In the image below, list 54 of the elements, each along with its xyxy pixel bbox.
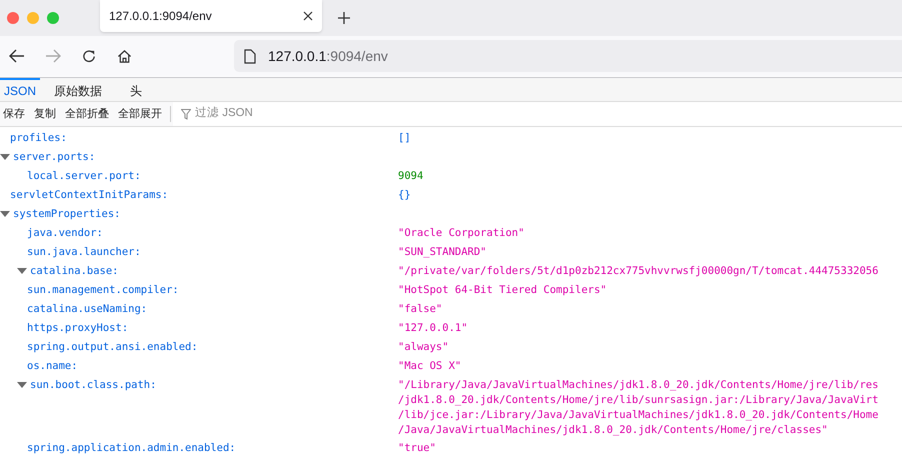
json-value: [] (398, 131, 411, 145)
filter-field[interactable]: 过滤 JSON (173, 102, 902, 126)
close-icon[interactable] (303, 11, 313, 21)
toolbar-button[interactable]: 保存 (0, 106, 28, 122)
json-value: "true" (398, 441, 436, 455)
expanded-triangle-icon[interactable] (17, 381, 27, 389)
json-key: profiles: (10, 131, 67, 145)
json-value-line: "/Library/Java/JavaVirtualMachines/jdk1.8.0_20.jdk/Contents/Home/jre/lib/res (398, 378, 878, 393)
page-icon (244, 48, 256, 64)
json-key: sun.boot.class.path: (30, 378, 156, 392)
expanded-triangle-icon[interactable] (0, 210, 10, 218)
toolbar-button[interactable]: 全部展开 (115, 106, 165, 122)
json-key: spring.output.ansi.enabled: (27, 340, 198, 354)
json-key: os.name: (27, 359, 78, 373)
json-key: catalina.useNaming: (27, 302, 148, 316)
json-key: https.proxyHost: (27, 321, 128, 335)
json-value: "Oracle Corporation" (398, 226, 524, 240)
json-key: server.ports: (13, 150, 96, 164)
json-key: systemProperties: (13, 207, 120, 221)
toolbar-button[interactable]: 复制 (31, 106, 59, 122)
json-key: local.server.port: (27, 169, 141, 183)
json-value: "SUN_STANDARD" (398, 245, 487, 259)
back-arrow-icon[interactable] (9, 49, 25, 63)
json-key: catalina.base: (30, 264, 119, 278)
home-icon[interactable] (117, 48, 132, 64)
json-value: "false" (398, 302, 442, 316)
json-value: "HotSpot 64-Bit Tiered Compilers" (398, 283, 607, 297)
toolbar-button[interactable]: 全部折叠 (62, 106, 112, 122)
json-value: "always" (398, 340, 449, 354)
json-key: java.vendor: (27, 226, 103, 240)
json-key: sun.java.launcher: (27, 245, 141, 259)
json-value-line: /lib/jce.jar:/Library/Java/JavaVirtualMachines/jdk1.8.0_20.jdk/Contents/Home (398, 408, 878, 423)
json-key: servletContextInitParams: (10, 188, 168, 202)
expanded-triangle-icon[interactable] (0, 153, 10, 161)
json-key: sun.management.compiler: (27, 283, 179, 297)
json-value-line: /Java/JavaVirtualMachines/jdk1.8.0_20.jdk/Contents/Home/jre/classes" (398, 423, 829, 438)
url-text: 127.0.0.1:9094/env (268, 46, 388, 66)
tab-title: 127.0.0.1:9094/env (109, 8, 212, 25)
json-value: {} (398, 188, 411, 202)
expanded-triangle-icon[interactable] (17, 267, 27, 275)
json-key: spring.application.admin.enabled: (27, 441, 236, 455)
viewer-tab[interactable]: 头 (116, 78, 156, 101)
reload-icon[interactable] (82, 48, 97, 64)
json-value-line: /jdk1.8.0_20.jdk/Contents/Home/jre/lib/sunrsasign.jar:/Library/Java/JavaVirt (398, 393, 878, 408)
new-tab-plus-icon[interactable] (338, 12, 350, 24)
json-value: "/private/var/folders/5t/d1p0zb212cx775vhvvrwsfj00000gn/T/tomcat.44475332056 (398, 264, 878, 278)
json-value: 9094 (398, 169, 424, 183)
address-field[interactable]: 127.0.0.1:9094/env (234, 40, 902, 72)
filter-input: 过滤 JSON (195, 105, 395, 123)
browser-tab[interactable]: 127.0.0.1:9094/env (100, 0, 322, 32)
json-value: "127.0.0.1" (398, 321, 468, 335)
viewer-tab[interactable]: 原始数据 (50, 78, 106, 101)
filter-funnel-icon (181, 108, 191, 120)
json-value: "Mac OS X" (398, 359, 462, 373)
